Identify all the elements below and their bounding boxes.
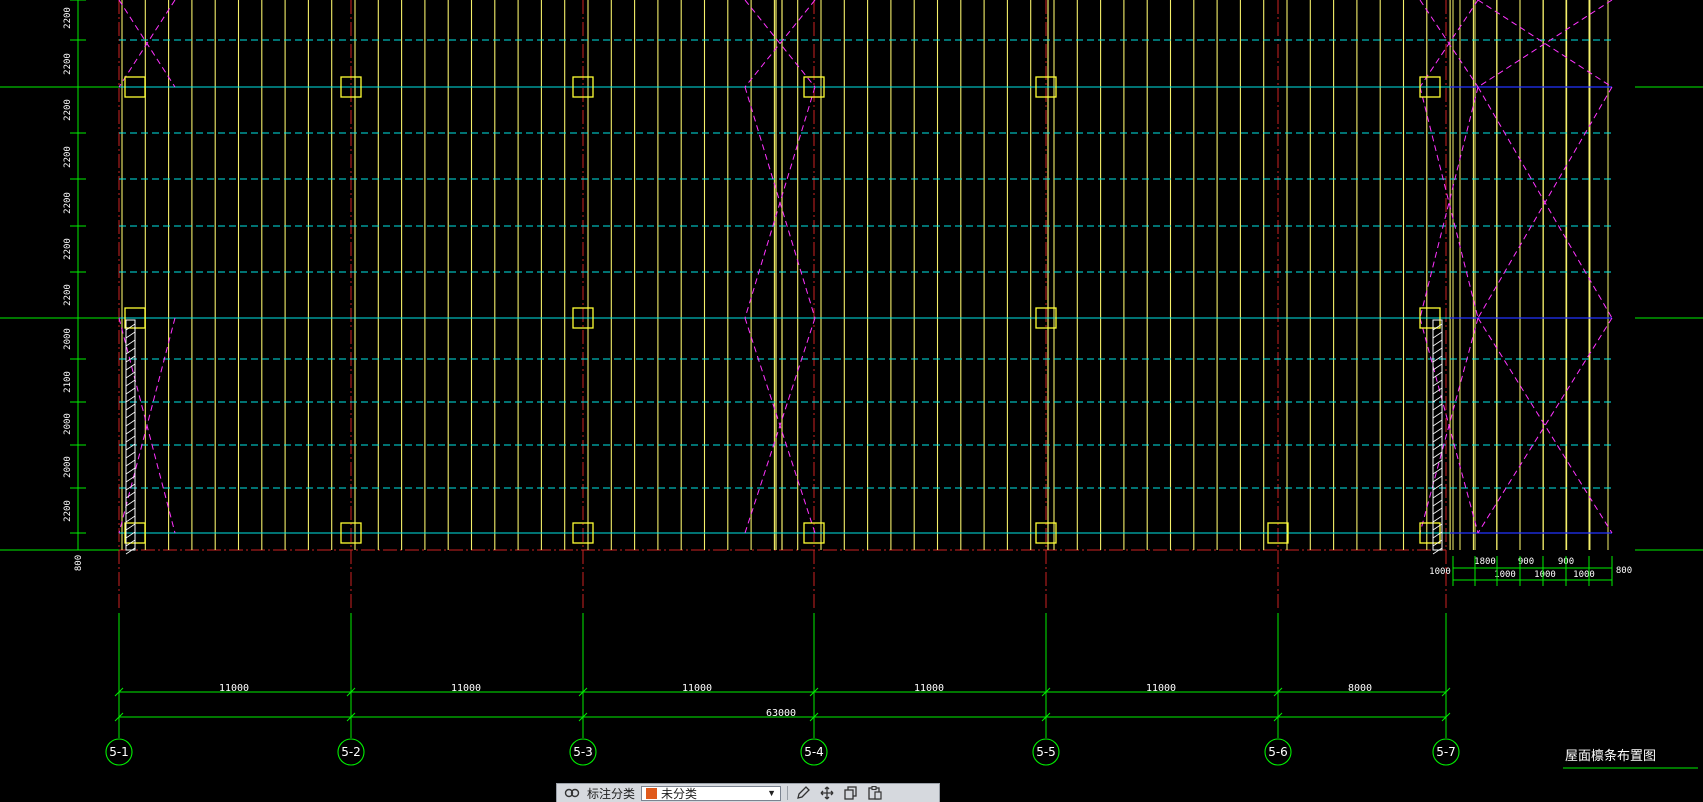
cross-bracing	[118, 0, 1613, 534]
category-label: 标注分类	[587, 786, 636, 801]
axis-label-5-6: 5-6	[1268, 745, 1288, 759]
axis-label-5-5: 5-5	[1036, 745, 1056, 759]
hatch-line	[125, 507, 136, 515]
hatch-line	[125, 475, 136, 483]
hatch-line	[125, 515, 136, 523]
move-icon[interactable]	[818, 785, 836, 801]
hatch-line	[125, 387, 136, 395]
left-dim-1: 2200	[63, 7, 73, 29]
hatch-line	[1432, 411, 1443, 419]
hatch-line	[1432, 523, 1443, 531]
paste-icon[interactable]	[866, 785, 884, 801]
dimensions: 11000 11000 11000 11000 11000 8000 63000…	[63, 0, 1632, 722]
hatch-line	[1432, 427, 1443, 435]
right-edge-dim-right: 800	[1616, 566, 1632, 576]
axis-label-5-2: 5-2	[341, 745, 361, 759]
hatch-line	[125, 411, 136, 419]
toolbar-separator	[787, 786, 789, 800]
left-dim-11: 2000	[63, 456, 73, 478]
hatch-line	[125, 403, 136, 411]
axis-label-5-1: 5-1	[109, 745, 129, 759]
hatch-line	[125, 451, 136, 459]
link-icon[interactable]	[563, 785, 581, 801]
hatch-line	[1432, 515, 1443, 523]
hatch-line	[125, 323, 136, 331]
hatch-line	[125, 435, 136, 443]
left-dim-4: 2200	[63, 146, 73, 168]
hatch-line	[125, 499, 136, 507]
hatch-line	[1432, 491, 1443, 499]
hatched-wall	[1432, 319, 1443, 551]
copy-icon[interactable]	[842, 785, 860, 801]
hatch-line	[125, 339, 136, 347]
right-edge-dim-left: 1000	[1429, 567, 1451, 577]
axis-label-5-4: 5-4	[804, 745, 824, 759]
axis-label-5-3: 5-3	[573, 745, 593, 759]
hatch-line	[1432, 483, 1443, 491]
hatch-line	[1432, 507, 1443, 515]
axis-markers: 5-1 5-2 5-3 5-4 5-5 5-6 5-7	[105, 613, 1460, 766]
left-dim-12: 2200	[63, 500, 73, 522]
annotation-toolbar: 标注分类 未分类 ▼	[556, 783, 940, 802]
hatch-line	[125, 379, 136, 387]
hatch-line	[1432, 435, 1443, 443]
hatch-line	[125, 371, 136, 379]
hatch-line	[1432, 371, 1443, 379]
left-dim-6: 2200	[63, 238, 73, 260]
hatch-line	[1432, 395, 1443, 403]
columns	[124, 76, 1443, 555]
hatch-line	[1432, 467, 1443, 475]
category-select[interactable]: 未分类 ▼	[641, 785, 782, 801]
hatch-line	[1432, 419, 1443, 427]
cad-canvas[interactable]: 11000 11000 11000 11000 11000 8000 63000…	[0, 0, 1703, 802]
hatch-line	[125, 395, 136, 403]
right-dim-top-1: 1800	[1474, 557, 1496, 567]
hatch-line	[125, 331, 136, 339]
hatch-line	[1432, 547, 1443, 555]
left-dim-2: 2200	[63, 53, 73, 75]
hatch-line	[1432, 387, 1443, 395]
hatch-line	[125, 547, 136, 555]
hatch-line	[125, 427, 136, 435]
left-dim-3: 2200	[63, 99, 73, 121]
hatch-line	[1432, 499, 1443, 507]
hatch-line	[1432, 459, 1443, 467]
axis-label-5-7: 5-7	[1436, 745, 1456, 759]
hatched-wall	[125, 319, 136, 551]
bottom-left-dim: 800	[74, 555, 84, 571]
hatch-line	[1432, 363, 1443, 371]
hatch-line	[125, 483, 136, 491]
left-dim-5: 2200	[63, 192, 73, 214]
hatch-line	[125, 459, 136, 467]
category-swatch	[646, 787, 658, 799]
hatch-line	[1432, 379, 1443, 387]
chevron-down-icon: ▼	[767, 788, 777, 798]
hatch-line	[125, 363, 136, 371]
left-dim-7: 2200	[63, 284, 73, 306]
drawing-title: 屋面檩条布置图	[1565, 748, 1656, 764]
purlins	[121, 0, 1609, 550]
hatch-line	[1432, 331, 1443, 339]
right-dim-bottom-2: 1000	[1534, 570, 1556, 580]
hatch-line	[1432, 475, 1443, 483]
hatch-line	[125, 419, 136, 427]
horizontal-members	[0, 39, 1703, 551]
hatch-line	[125, 467, 136, 475]
hatch-line	[1432, 347, 1443, 355]
left-dim-8: 2000	[63, 328, 73, 350]
hatch-line	[1432, 323, 1443, 331]
category-selected-value: 未分类	[661, 786, 698, 801]
right-dim-bottom-3: 1000	[1573, 570, 1595, 580]
edit-icon[interactable]	[794, 785, 812, 801]
hatch-line	[125, 523, 136, 531]
left-dim-10: 2000	[63, 413, 73, 435]
hatch-line	[1432, 339, 1443, 347]
hatch-line	[1432, 403, 1443, 411]
hatch-line	[125, 491, 136, 499]
left-dim-9: 2100	[63, 371, 73, 393]
